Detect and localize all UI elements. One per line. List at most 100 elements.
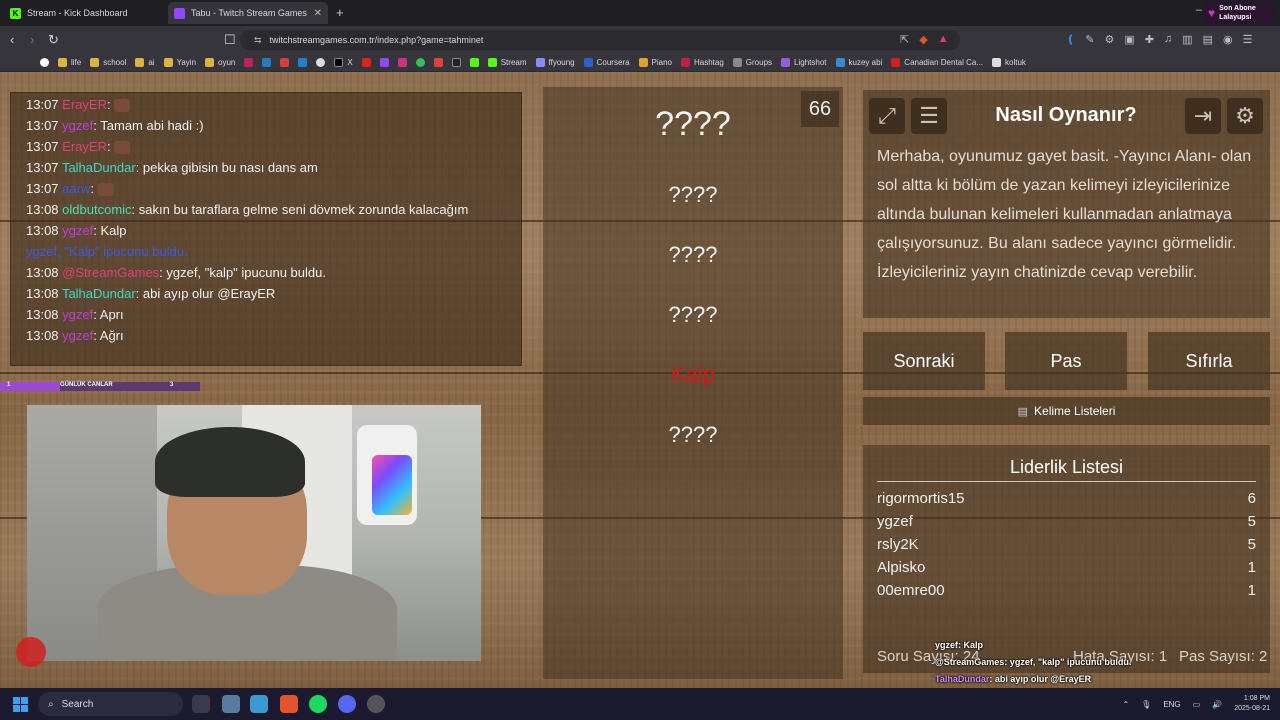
bookmark-gmail[interactable] — [280, 58, 290, 67]
extension-icon[interactable]: ✎ — [1085, 33, 1094, 46]
url-field[interactable]: ⇆ twitchstreamgames.com.tr/index.php?gam… — [240, 30, 960, 50]
windows-start-icon[interactable] — [13, 697, 28, 712]
search-icon: ⌕ — [48, 698, 54, 710]
chat-text: Tamam abi hadi :) — [100, 118, 204, 133]
overlay-chat-text: : Kalp — [958, 640, 984, 650]
word-lists-label: Kelime Listeleri — [1034, 404, 1116, 418]
bookmark-google[interactable] — [40, 58, 49, 67]
leaderboard-score: 1 — [1247, 559, 1256, 576]
list-icon: ▤ — [1017, 405, 1029, 418]
bookmark-piano[interactable]: Piano — [638, 58, 672, 67]
exit-icon[interactable]: ⇥ — [1185, 98, 1221, 134]
bookmark-ffyoung[interactable]: ffyoung — [535, 58, 575, 67]
overlay-chat-text: : ygzef, "kalp" ipucunu buldu. — [1004, 657, 1132, 667]
bookmark-school[interactable]: school — [90, 58, 126, 67]
site-info-icon[interactable]: ⇆ — [254, 35, 262, 46]
chat-separator: : — [159, 265, 163, 280]
bookmark-youtube[interactable] — [361, 58, 371, 67]
notes-icon[interactable]: ☰ — [911, 98, 947, 134]
brave-browser-icon[interactable] — [280, 695, 298, 713]
file-explorer-icon[interactable] — [222, 695, 240, 713]
bookmark-x[interactable]: X — [334, 58, 353, 67]
bookmark-groups[interactable]: Groups — [732, 58, 772, 67]
volume-icon[interactable]: 🔊 — [1212, 700, 1222, 709]
spotify-icon[interactable] — [309, 695, 327, 713]
clock[interactable]: 1:08 PM 2025-08-21 — [1234, 694, 1270, 714]
chat-username[interactable]: ygzef — [62, 223, 93, 238]
extension-icon[interactable]: ⚙ — [1104, 33, 1114, 46]
chat-username[interactable]: @StreamGames — [62, 265, 159, 280]
new-tab-button[interactable]: + — [336, 5, 344, 20]
bookmark-instagram[interactable] — [397, 58, 407, 67]
minimize-icon[interactable]: – — [1196, 4, 1202, 16]
leaderboard-name: rigormortis15 — [877, 490, 965, 507]
puzzle-icon[interactable]: ✚ — [1145, 33, 1154, 46]
reset-button[interactable]: Sıfırla — [1148, 332, 1270, 390]
chat-username[interactable]: TalhaDundar — [62, 286, 136, 301]
discord-icon[interactable] — [338, 695, 356, 713]
rewards-icon[interactable]: ▲ — [938, 33, 949, 46]
chat-username[interactable]: ygzef — [62, 118, 93, 133]
pass-button[interactable]: Pas — [1005, 332, 1127, 390]
menu-icon[interactable]: ☰ — [1243, 33, 1253, 46]
vpn-icon[interactable]: ◉ — [1223, 33, 1233, 46]
bookmark-kuzey-abi[interactable]: kuzey abi — [835, 58, 882, 67]
chat-username[interactable]: ErayER — [62, 97, 107, 112]
chat-username[interactable]: TalhaDundar — [62, 160, 136, 175]
bookmark-icon-site[interactable] — [244, 58, 254, 67]
forward-icon[interactable]: › — [30, 32, 34, 47]
extension-icon[interactable]: ▣ — [1124, 33, 1134, 46]
photos-icon[interactable] — [250, 695, 268, 713]
reload-icon[interactable]: ↻ — [48, 32, 59, 48]
bookmark-whatsapp[interactable] — [415, 58, 425, 67]
music-icon[interactable]: ♫ — [1164, 33, 1172, 46]
bookmark-oyun[interactable]: oyun — [205, 58, 235, 67]
bookmark-koltuk[interactable]: koltuk — [992, 58, 1026, 67]
word-lists-button[interactable]: ▤ Kelime Listeleri — [863, 397, 1270, 425]
bookmark-stream[interactable]: Stream — [487, 58, 527, 67]
fullscreen-icon[interactable]: ⤢ — [869, 98, 905, 134]
sidebar-icon[interactable]: ▥ — [1182, 33, 1192, 46]
chat-username[interactable]: ErayER — [62, 139, 107, 154]
overlay-chat-text: : abi ayıp olur @ErayER — [989, 674, 1092, 684]
bookmark-lightshot[interactable]: Lightshot — [781, 58, 827, 67]
task-view-icon[interactable] — [192, 695, 210, 713]
chat-timestamp: 13:08 — [26, 307, 59, 322]
bookmark-tumblr[interactable] — [433, 58, 443, 67]
chat-separator: : — [93, 328, 97, 343]
brave-shield-icon[interactable]: ◆ — [919, 33, 927, 46]
microphone-icon[interactable]: 🎙 — [1141, 700, 1151, 709]
network-icon[interactable]: ▭ — [1193, 700, 1201, 709]
bookmark-chatgpt[interactable] — [316, 58, 326, 67]
back-icon[interactable]: ‹ — [10, 32, 14, 47]
bookmark-icon[interactable]: ☐ — [224, 32, 236, 48]
bookmark-outlook[interactable] — [298, 58, 308, 67]
extension-icon[interactable]: ❪ — [1066, 33, 1075, 46]
bookmark-twitch[interactable] — [379, 58, 389, 67]
bookmark-hashtag[interactable]: Hashtag — [681, 58, 724, 67]
chat-username[interactable]: aarw — [62, 181, 90, 196]
bookmark-amazon[interactable] — [451, 58, 461, 67]
bookmark-coursera[interactable]: Coursera — [583, 58, 630, 67]
taskbar-search[interactable]: ⌕ Search — [38, 692, 183, 716]
chat-username[interactable]: ygzef — [62, 328, 93, 343]
close-tab-icon[interactable]: ✕ — [314, 8, 322, 19]
bookmark-kick[interactable] — [469, 58, 479, 67]
extensions-toolbar: ❪ ✎ ⚙ ▣ ✚ ♫ ▥ ▤ ◉ ☰ — [1066, 33, 1252, 46]
share-icon[interactable]: ⇱ — [900, 33, 909, 46]
bookmark-life[interactable]: life — [58, 58, 81, 67]
wallet-icon[interactable]: ▤ — [1203, 33, 1213, 46]
tab-twitch-stream-games[interactable]: Tabu - Twitch Stream Games ✕ — [168, 2, 328, 24]
bookmark-yayin[interactable]: Yayin — [163, 58, 196, 67]
tab-kick-dashboard[interactable]: K Stream - Kick Dashboard — [4, 2, 164, 24]
language-indicator[interactable]: ENG — [1163, 700, 1180, 709]
chevron-up-icon[interactable]: ⌃ — [1122, 700, 1129, 709]
chat-username[interactable]: ygzef — [62, 307, 93, 322]
bookmark-ai[interactable]: ai — [135, 58, 155, 67]
bookmark-linkedin[interactable] — [262, 58, 272, 67]
obs-icon[interactable] — [367, 695, 385, 713]
next-button[interactable]: Sonraki — [863, 332, 985, 390]
chat-username[interactable]: oldbutcomic — [62, 202, 131, 217]
settings-icon[interactable]: ⚙ — [1227, 98, 1263, 134]
bookmark-canadian-dental[interactable]: Canadian Dental Ca... — [891, 58, 983, 67]
